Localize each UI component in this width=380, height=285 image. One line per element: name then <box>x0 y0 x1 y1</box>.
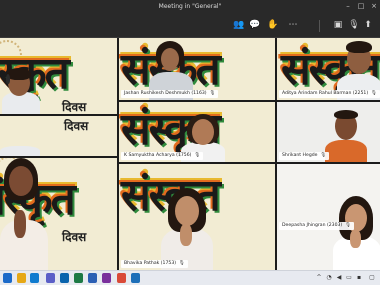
onenote-icon[interactable] <box>102 273 111 283</box>
chrome-icon[interactable] <box>117 273 126 283</box>
camera-icon[interactable]: ▣ <box>330 19 346 32</box>
participant-tile[interactable]: संस्कृत दिवस <box>0 38 117 114</box>
poster-subtext: दिवस <box>62 100 87 114</box>
participant-name-label: Deepasha Jhingran (2303) 🎙 <box>279 222 355 230</box>
participant-name-label: Bhavika Pathak (1753) 🎙 <box>121 260 188 268</box>
edge-icon[interactable] <box>30 273 39 283</box>
language-icon[interactable]: ▪ <box>356 274 362 282</box>
word-icon[interactable] <box>88 273 97 283</box>
close-icon[interactable]: × <box>369 2 379 11</box>
share-screen-icon[interactable]: ⬆ <box>361 19 375 32</box>
teams-icon[interactable] <box>46 273 55 283</box>
poster-subtext: दिवस <box>62 230 87 244</box>
chat-icon[interactable]: 💬 <box>248 19 262 32</box>
poster-subtext: दिवस <box>64 119 89 133</box>
battery-icon[interactable]: ▭ <box>346 274 352 282</box>
participant-name-label: K Samyuktha Acharya (1756) 🎙 <box>121 152 204 160</box>
minimize-icon[interactable]: – <box>343 2 353 11</box>
toolbar-separator <box>319 20 320 32</box>
mic-muted-icon: 🎙 <box>179 261 185 266</box>
maximize-icon[interactable]: □ <box>356 2 366 11</box>
participant-tile[interactable]: Deepasha Jhingran (2303) 🎙 <box>277 164 380 270</box>
excel-icon[interactable] <box>74 273 83 283</box>
window-title: Meeting in "General" <box>158 3 222 10</box>
mail-icon[interactable] <box>131 273 140 283</box>
notifications-icon[interactable]: ▢ <box>369 274 375 282</box>
title-bar: Meeting in "General" – □ × <box>0 0 380 13</box>
meeting-toolbar: 👥 💬 ✋ ⋯ ▣ 🎙 ⬆ ☎ <box>0 13 380 38</box>
participant-tile[interactable]: संस्कृत Bhavika Pathak (1753) 🎙 <box>119 164 275 270</box>
volume-icon[interactable]: ◀ <box>336 274 342 282</box>
participant-tile[interactable]: Shrikant Hegde 🎙 <box>277 102 380 162</box>
outlook-icon[interactable] <box>60 273 69 283</box>
participant-name-label: Shrikant Hegde 🎙 <box>279 152 330 160</box>
explorer-icon[interactable] <box>17 273 26 283</box>
participant-tile[interactable]: संस्कृत Aditya Arindam Rahul Barman (225… <box>277 38 380 100</box>
mic-muted-icon: 🎙 <box>320 153 327 158</box>
mic-muted-icon: 🎙 <box>345 223 352 228</box>
video-grid: संस्कृत दिवस संस्कृत Jashan Rushikesh De… <box>0 38 380 270</box>
participant-name-label: Jashan Rushikesh Deshmukh (1163) 🎙 <box>121 90 219 98</box>
mic-muted-icon: 🎙 <box>194 153 201 158</box>
mic-muted-icon: 🎙 <box>209 91 216 96</box>
tray-chevron-icon[interactable]: ^ <box>316 274 322 282</box>
more-options-icon[interactable]: ⋯ <box>286 19 300 32</box>
participant-tile[interactable]: संस्कृत दिवस <box>0 158 117 270</box>
microphone-icon[interactable]: 🎙 <box>347 19 361 32</box>
participant-tile[interactable]: दिवस <box>0 116 117 156</box>
taskbar: ^ ◔ ◀ ▭ ▪ ▢ <box>0 270 380 285</box>
mic-muted-icon: 🎙 <box>371 91 377 96</box>
participant-tile[interactable]: संस्कृत Jashan Rushikesh Deshmukh (1163)… <box>119 38 275 100</box>
participants-icon[interactable]: 👥 <box>232 19 246 32</box>
network-icon[interactable]: ◔ <box>326 274 332 282</box>
raise-hand-icon[interactable]: ✋ <box>266 19 280 32</box>
participant-tile[interactable]: संस्कृत K Samyuktha Acharya (1756) 🎙 <box>119 102 275 162</box>
participant-name-label: Aditya Arindam Rahul Barman (2251) 🎙 <box>279 90 380 98</box>
windows-start-icon[interactable] <box>3 273 12 283</box>
